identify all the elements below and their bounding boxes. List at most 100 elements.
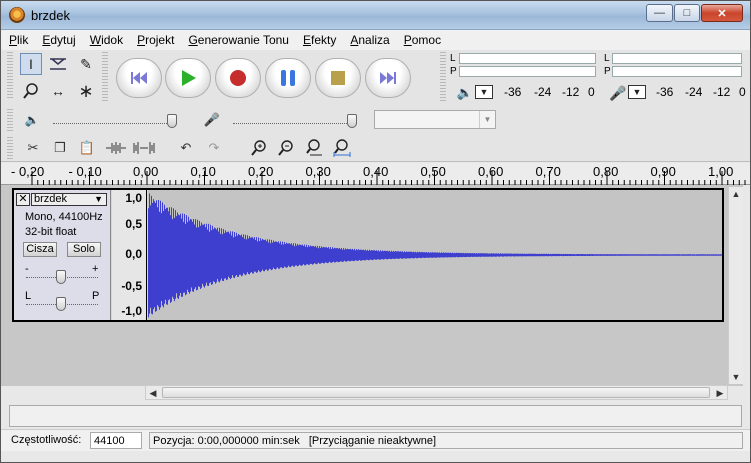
zoom-out-icon[interactable] [274,137,298,159]
ruler-label: 1,00 [708,164,734,179]
output-volume-icon: 🔈 [24,113,40,127]
scroll-up-icon[interactable]: ▲ [729,187,743,201]
amplitude-label: -0,5 [121,279,142,293]
close-button[interactable]: ✕ [701,4,743,22]
track-name: brzdek [34,193,68,205]
menu-label: enerowanie Tonu [197,33,289,47]
ruler-label: 0,70 [535,164,561,179]
play-meter-right-label: P [450,66,457,77]
menu-widok[interactable]: Widok [82,30,129,50]
input-volume-slider[interactable] [233,123,357,125]
track-format: Mono, 44100Hz [25,211,103,223]
menu-plik[interactable]: Plik [1,30,34,50]
redo-icon[interactable]: ↷ [202,137,226,159]
audio-track[interactable]: ✕ brzdek ▼ Mono, 44100Hz 32-bit float Ci… [12,188,724,322]
track-name-menu[interactable]: brzdek ▼ [31,193,107,206]
ruler-label: 0,10 [190,164,216,179]
toolbar-grip[interactable] [7,137,13,159]
copy-icon[interactable]: ❐ [48,137,72,159]
horizontal-scrollbar[interactable]: ◀ ▶ [145,385,728,400]
input-volume-icon: 🎤 [203,112,221,127]
skip-to-start-button[interactable] [116,58,162,98]
menu-mnemonic: E [302,33,311,47]
message-area [9,405,742,427]
cut-icon[interactable]: ✂ [21,137,45,159]
toolbar-grip[interactable] [102,52,108,101]
scroll-right-icon[interactable]: ▶ [713,386,727,400]
project-rate-label: Częstotliwość: [11,434,82,446]
mute-button[interactable]: Cisza [23,242,57,257]
gain-plus-label: + [92,263,99,275]
menu-analiza[interactable]: Analiza [342,30,395,50]
rec-meter-left-label: L [604,53,610,64]
maximize-button[interactable]: □ [674,4,700,22]
track-panel: ✕ brzdek ▼ Mono, 44100Hz 32-bit float Ci… [1,185,743,386]
envelope-tool-icon[interactable] [47,53,69,75]
output-volume-knob[interactable] [167,114,177,128]
amplitude-label: 0,5 [125,217,142,231]
waveform-view[interactable] [148,190,722,320]
play-button[interactable] [165,58,211,98]
multi-tool-icon[interactable]: ∗ [75,80,97,102]
stop-button[interactable] [315,58,361,98]
timeline-ruler[interactable]: - 0,20 - 0,10 0,00 0,10 0,20 0,30 0,40 0,50 0,60… [1,163,750,185]
menu-pomoc[interactable]: Pomoc [396,30,447,50]
waveform [148,193,722,318]
menu-label: fekty [310,33,337,47]
fit-project-icon[interactable] [330,137,354,159]
menu-mnemonic: W [89,33,102,47]
track-control-panel: ✕ brzdek ▼ Mono, 44100Hz 32-bit float Ci… [14,190,111,320]
undo-icon[interactable]: ↶ [174,137,198,159]
toolbar-grip[interactable] [440,52,446,101]
time-shift-tool-icon[interactable]: ↔ [47,80,69,102]
pan-knob[interactable] [56,297,66,311]
menu-mnemonic: P [9,33,18,47]
draw-tool-icon[interactable]: ✎ [75,53,97,75]
pan-left-label: L [25,290,32,302]
horizontal-scroll-thumb[interactable] [162,387,710,398]
solo-button[interactable]: Solo [67,242,101,257]
rec-meter-menu-button[interactable]: ▼ [628,85,646,99]
menu-edytuj[interactable]: Edytuj [34,30,81,50]
track-close-button[interactable]: ✕ [16,193,30,206]
menu-efekty[interactable]: Efekty [295,30,342,50]
play-meter-right [459,66,596,77]
window-title: brzdek [31,8,71,23]
input-source-select[interactable]: ▼ [374,110,496,129]
rec-meter-tick: -24 [685,85,703,99]
play-meter-menu-button[interactable]: ▼ [475,85,493,99]
menu-projekt[interactable]: Projekt [129,30,180,50]
selection-tool-icon[interactable]: I [20,53,42,75]
ruler-label: 0,90 [650,164,676,179]
pan-right-label: P [92,290,100,302]
fit-selection-icon[interactable] [302,137,326,159]
rec-meter-tick: -12 [713,85,731,99]
scroll-down-icon[interactable]: ▼ [729,370,743,384]
vertical-scrollbar[interactable]: ▲ ▼ [728,187,743,384]
trim-icon[interactable] [104,137,128,159]
input-volume-knob[interactable] [347,114,357,128]
skip-to-end-button[interactable] [365,58,411,98]
scroll-left-icon[interactable]: ◀ [146,386,160,400]
minimize-button[interactable]: — [646,4,673,22]
menu-label: idok [101,33,124,47]
pause-button[interactable] [265,58,311,98]
project-rate-field[interactable]: 44100 [90,432,142,449]
menu-generowanie-tonu[interactable]: Generowanie Tonu [180,30,295,50]
play-meter-left-label: L [450,53,456,64]
speaker-icon: 🔈 [456,85,474,100]
ruler-label: 0,20 [248,164,274,179]
toolbar-grip[interactable] [7,109,13,131]
silence-icon[interactable] [132,137,156,159]
record-button[interactable] [215,58,261,98]
zoom-tool-icon[interactable] [20,80,42,102]
title-bar: brzdek — □ ✕ [1,1,750,30]
paste-icon[interactable]: 📋 [75,137,99,159]
zoom-in-icon[interactable] [247,137,271,159]
gain-knob[interactable] [56,270,66,284]
output-volume-slider[interactable] [53,123,177,125]
status-bar: Częstotliwość: 44100 Pozycja: 0:00,00000… [1,429,750,451]
toolbar-grip[interactable] [7,52,13,100]
rec-meter-tick: -36 [656,85,674,99]
rec-meter-tick: 0 [739,85,746,99]
